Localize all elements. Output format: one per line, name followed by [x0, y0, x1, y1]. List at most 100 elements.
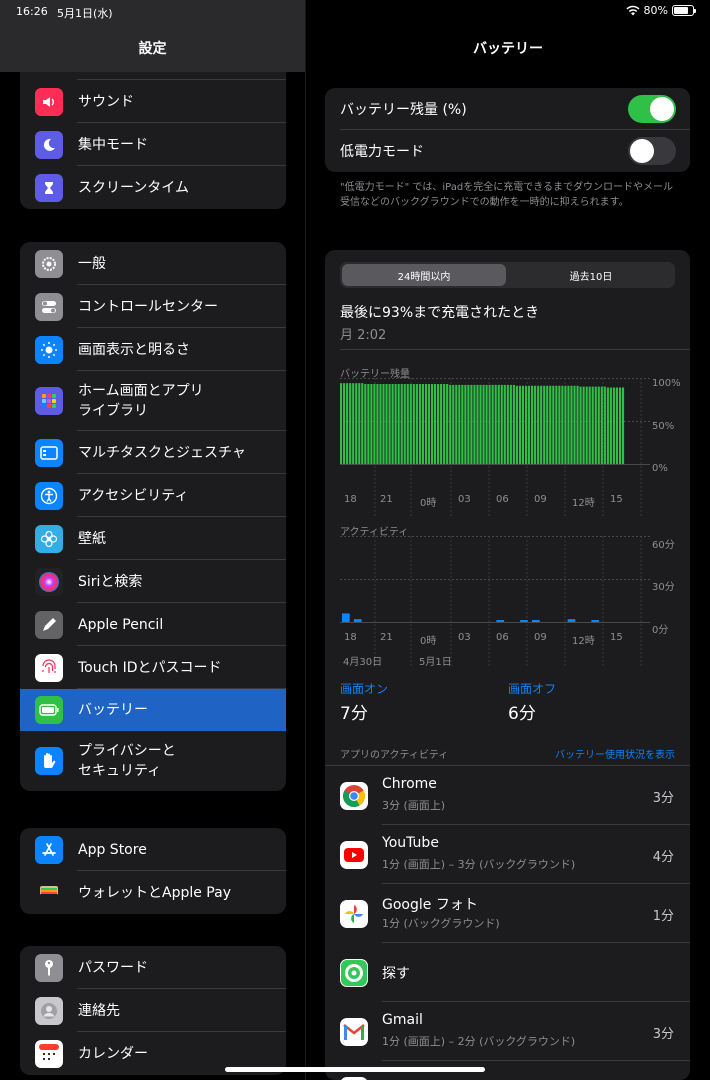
- battery-bar: [340, 383, 343, 464]
- battery-bar: [582, 386, 585, 464]
- battery-bar: [540, 385, 543, 464]
- battery-bar: [424, 384, 428, 464]
- app-usage-desc: 1分 (画面上) – 2分 (バックグラウンド): [382, 1035, 576, 1048]
- battery-bar: [421, 384, 424, 464]
- sidebar-item-pencil[interactable]: Apple Pencil: [20, 603, 286, 646]
- sidebar-item-label: 壁紙: [78, 530, 106, 547]
- settings-group: パスワード連絡先カレンダー: [20, 946, 286, 1075]
- battery-bar: [591, 386, 594, 464]
- calendar-icon: [35, 1039, 63, 1068]
- sidebar-item-moon[interactable]: 集中モード: [20, 123, 286, 166]
- sidebar-item-label: Siriと検索: [78, 573, 143, 590]
- sidebar-item-battery[interactable]: バッテリー: [20, 689, 286, 731]
- battery-bar: [452, 384, 455, 464]
- sidebar-item-app-store[interactable]: App Store: [20, 828, 286, 871]
- battery-bar: [585, 386, 588, 464]
- battery-bar: [455, 384, 458, 464]
- app-usage-desc: 3分 (画面上): [382, 799, 446, 812]
- battery-bar: [415, 384, 418, 464]
- low-power-toggle[interactable]: [628, 137, 676, 165]
- app-row-youtube[interactable]: YouTube 1分 (画面上) – 3分 (バックグラウンド) 4分: [325, 825, 690, 884]
- battery-percent-row: バッテリー残量 (%): [325, 88, 690, 130]
- app-row-find-my[interactable]: 探す: [325, 943, 690, 1002]
- app-name: Chrome: [382, 776, 437, 792]
- sidebar-item-label: プライバシーと セキュリティ: [78, 743, 176, 779]
- sidebar-item-label: マルチタスクとジェスチャ: [78, 444, 246, 461]
- screen-on-value: 7分: [340, 704, 368, 724]
- sidebar-item-fingerprint[interactable]: Touch IDとパスコード: [20, 646, 286, 689]
- low-power-label: 低電力モード: [340, 144, 424, 160]
- sidebar-item-multitask[interactable]: マルチタスクとジェスチャ: [20, 431, 286, 474]
- last-charge-title: 最後に93%まで充電されたとき: [340, 305, 540, 321]
- toggle-card: バッテリー残量 (%) 低電力モード: [325, 88, 690, 172]
- sidebar-item-sun[interactable]: 画面表示と明るさ: [20, 328, 286, 371]
- x-tick-label: 03: [458, 494, 471, 505]
- activity-chart: [340, 536, 650, 666]
- show-usage-link[interactable]: バッテリー使用状況を表示: [555, 746, 675, 761]
- switches-icon: [35, 292, 63, 321]
- sidebar: 設定 サウンド 集中モード スクリーンタイム 一般 コントロールセンター 画面表示と明るさ…: [0, 0, 305, 1080]
- battery-bar: [470, 384, 473, 464]
- screen-off-value: 6分: [508, 704, 536, 724]
- sidebar-item-accessibility[interactable]: アクセシビリティ: [20, 474, 286, 517]
- sidebar-item-gear[interactable]: 一般: [20, 242, 286, 285]
- chrome-icon: [340, 782, 368, 810]
- wifi-icon: [626, 5, 640, 16]
- segment-10d[interactable]: 過去10日: [509, 264, 673, 286]
- sidebar-item-switches[interactable]: コントロールセンター: [20, 285, 286, 328]
- battery-bar: [394, 384, 397, 464]
- separator: [340, 349, 690, 350]
- battery-bar: [412, 384, 415, 464]
- sidebar-item-hand[interactable]: プライバシーと セキュリティ: [20, 731, 286, 791]
- sidebar-item-siri[interactable]: Siriと検索: [20, 560, 286, 603]
- sidebar-item-wallet[interactable]: ウォレットとApple Pay: [20, 871, 286, 914]
- x-tick-label: 12時: [572, 498, 595, 509]
- sidebar-item-key[interactable]: パスワード: [20, 946, 286, 989]
- battery-bar: [527, 385, 531, 464]
- battery-bar: [555, 385, 558, 464]
- wallet-icon: [35, 878, 63, 907]
- app-usage-desc: 1分 (画面上) – 3分 (バックグラウンド): [382, 858, 576, 871]
- battery-bar: [600, 386, 603, 464]
- sidebar-item-label: スクリーンタイム: [78, 179, 190, 196]
- battery-bar: [521, 385, 525, 464]
- battery-bar: [397, 384, 400, 464]
- toggle-knob: [650, 97, 674, 121]
- app-name: Gmail: [382, 1012, 423, 1028]
- app-row-gmail[interactable]: Gmail 1分 (画面上) – 2分 (バックグラウンド) 3分: [325, 1002, 690, 1061]
- activity-bar: [591, 620, 600, 622]
- battery-bar: [543, 385, 546, 464]
- battery-bar: [461, 384, 464, 464]
- sidebar-item-label: Touch IDとパスコード: [78, 659, 222, 676]
- app-usage-time: 1分: [652, 909, 674, 924]
- battery-bar: [358, 383, 361, 464]
- battery-bar: [433, 384, 437, 464]
- battery-bar: [382, 384, 385, 464]
- x-tick-label: 0時: [420, 498, 437, 509]
- battery-bar: [564, 385, 567, 464]
- battery-bar: [373, 384, 376, 464]
- google-photos-icon: [340, 900, 368, 928]
- sidebar-item-app-grid[interactable]: ホーム画面とアプリ ライブラリ: [20, 371, 286, 431]
- app-row-google-photos[interactable]: Google フォト 1分 (バックグラウンド) 1分: [325, 884, 690, 943]
- battery-percent-toggle[interactable]: [628, 95, 676, 123]
- home-indicator: [225, 1067, 485, 1072]
- sidebar-item-flower[interactable]: 壁紙: [20, 517, 286, 560]
- sidebar-item-label: パスワード: [78, 959, 148, 976]
- sidebar-item-label: サウンド: [78, 93, 134, 110]
- hand-icon: [35, 747, 63, 775]
- sidebar-item-hourglass[interactable]: スクリーンタイム: [20, 166, 286, 209]
- sidebar-item-contacts[interactable]: 連絡先: [20, 989, 286, 1032]
- segment-24h[interactable]: 24時間以内: [342, 264, 506, 286]
- battery-bar: [570, 385, 573, 464]
- settings-group: 一般 コントロールセンター 画面表示と明るさ ホーム画面とアプリ ライブラリマルチタス…: [20, 242, 286, 791]
- app-row-chrome[interactable]: Chrome 3分 (画面上) 3分: [325, 766, 690, 825]
- sidebar-item-label: カレンダー: [78, 1045, 148, 1062]
- battery-bar: [506, 384, 509, 464]
- battery-icon: [35, 696, 63, 724]
- x-tick-label: 15: [610, 494, 623, 505]
- battery-bar: [473, 384, 476, 464]
- battery-bar: [376, 384, 379, 464]
- speaker-icon: [35, 87, 63, 116]
- sidebar-item-speaker[interactable]: サウンド: [20, 80, 286, 123]
